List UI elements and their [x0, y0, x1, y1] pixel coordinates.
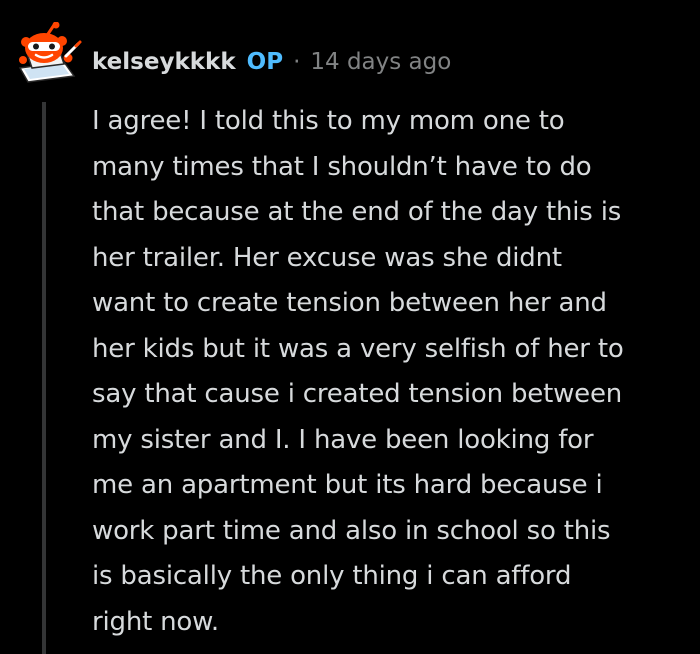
comment-body-line: is basically the only thing i can afford	[92, 561, 572, 591]
separator-dot: ·	[293, 49, 301, 75]
comment-body-line: want to create tension between her and	[92, 288, 607, 318]
op-badge: OP	[246, 49, 284, 75]
comment-body: I agree! I told this to my mom one to ma…	[92, 99, 682, 645]
thread-collapse-line[interactable]	[42, 102, 46, 654]
author-username[interactable]: kelseykkkk	[92, 49, 236, 75]
comment-body-line: me an apartment but its hard because i	[92, 470, 603, 500]
comment-timestamp[interactable]: 14 days ago	[310, 49, 451, 75]
comment-header: kelseykkkk OP · 14 days ago	[92, 44, 451, 80]
snoo-avatar-icon[interactable]	[14, 21, 84, 84]
comment: kelseykkkk OP · 14 days ago I agree! I t…	[0, 0, 700, 654]
comment-body-line: I agree! I told this to my mom one to	[92, 106, 565, 136]
comment-body-line: her kids but it was a very selfish of he…	[92, 333, 624, 364]
comment-body-line: right now.	[92, 606, 219, 637]
comment-body-line: her trailer. Her excuse was she didnt	[92, 242, 562, 273]
comment-body-line: that because at the end of the day this …	[92, 197, 622, 227]
comment-body-line: say that cause i created tension between	[92, 379, 623, 409]
comment-body-line: many times that I shouldn’t have to do	[92, 151, 592, 182]
comment-body-line: work part time and also in school so thi…	[92, 515, 611, 546]
comment-body-line: my sister and I. I have been looking for	[92, 424, 594, 455]
